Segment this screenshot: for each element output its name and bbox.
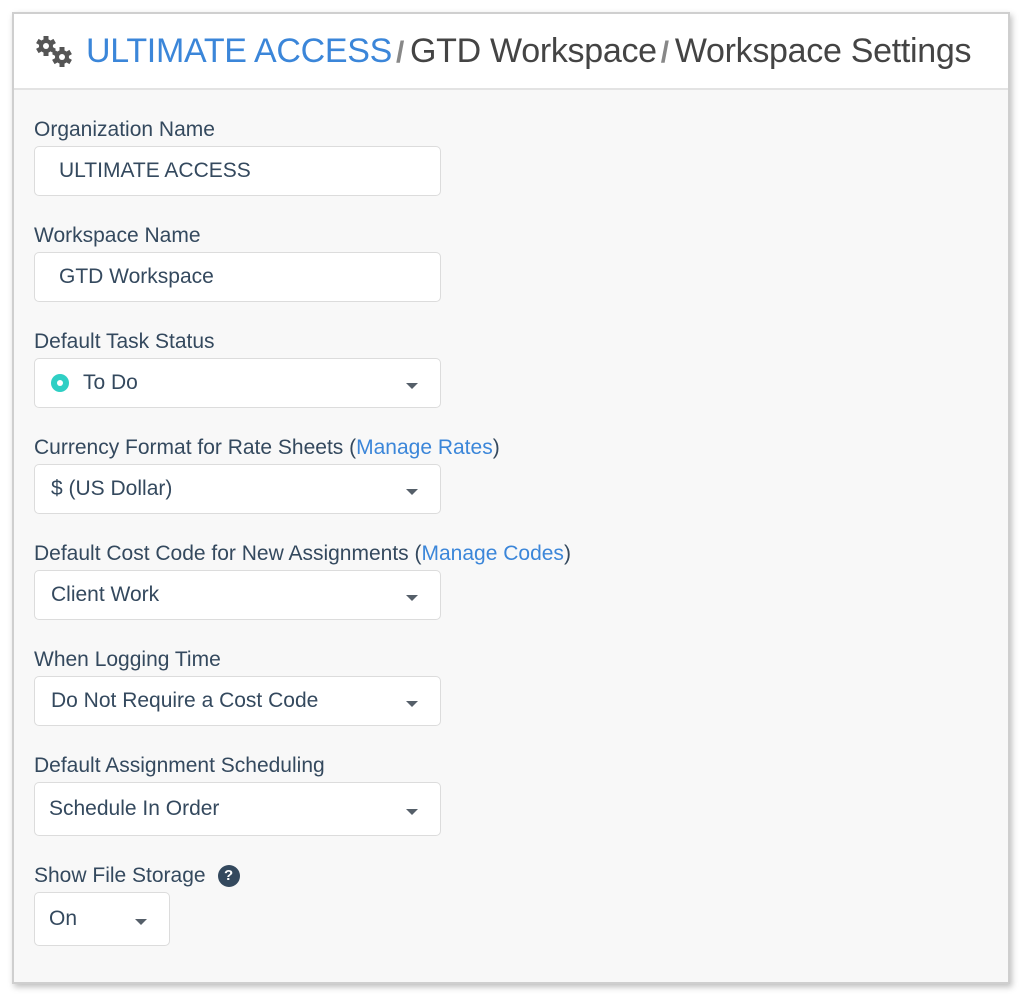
currency-format-select[interactable]: $ (US Dollar) — [34, 464, 441, 514]
workspace-name-value: GTD Workspace — [59, 265, 214, 288]
organization-name-input[interactable]: ULTIMATE ACCESS — [34, 146, 441, 196]
assignment-scheduling-field: Default Assignment Scheduling Schedule I… — [34, 750, 571, 836]
breadcrumb: ULTIMATE ACCESS / GTD Workspace / Workspace … — [86, 32, 971, 71]
assignment-scheduling-select[interactable]: Schedule In Order — [34, 782, 441, 836]
assignment-scheduling-label: Default Assignment Scheduling — [34, 754, 325, 777]
default-cost-code-value: Client Work — [51, 583, 160, 606]
page-title: Workspace Settings — [674, 31, 972, 70]
logging-time-label: When Logging Time — [34, 648, 221, 671]
chevron-down-icon — [406, 701, 418, 707]
manage-codes-link[interactable]: Manage Codes — [422, 542, 564, 565]
label-close-paren: ) — [492, 436, 500, 459]
file-storage-label: Show File Storage? — [34, 860, 571, 892]
default-task-status-label: Default Task Status — [34, 330, 215, 353]
chevron-down-icon — [406, 809, 418, 815]
logging-time-select[interactable]: Do Not Require a Cost Code — [34, 676, 441, 726]
currency-format-field: Currency Format for Rate Sheets (Manage … — [34, 432, 571, 514]
organization-name-label: Organization Name — [34, 118, 215, 141]
chevron-down-icon — [135, 919, 147, 925]
status-circle-icon — [51, 374, 69, 392]
default-cost-code-label: Default Cost Code for New Assignments (M… — [34, 538, 571, 570]
chevron-down-icon — [406, 595, 418, 601]
page-header: ULTIMATE ACCESS / GTD Workspace / Workspace … — [14, 14, 1008, 90]
default-task-status-field: Default Task Status To Do — [34, 326, 571, 408]
file-storage-field: Show File Storage? On — [34, 860, 571, 946]
organization-name-value: ULTIMATE ACCESS — [59, 159, 251, 182]
organization-name-field: Organization Name ULTIMATE ACCESS — [34, 114, 571, 196]
breadcrumb-organization-link[interactable]: ULTIMATE ACCESS — [86, 32, 392, 70]
currency-format-label: Currency Format for Rate Sheets (Manage … — [34, 432, 571, 464]
chevron-down-icon — [406, 383, 418, 389]
default-cost-code-select[interactable]: Client Work — [34, 570, 441, 620]
currency-format-value: $ (US Dollar) — [51, 477, 173, 500]
default-cost-code-field: Default Cost Code for New Assignments (M… — [34, 538, 571, 620]
workspace-name-field: Workspace Name GTD Workspace — [34, 220, 571, 302]
currency-format-label-text: Currency Format for Rate Sheets ( — [34, 436, 357, 459]
label-close-paren: ) — [563, 542, 571, 565]
help-icon[interactable]: ? — [217, 865, 240, 887]
file-storage-select[interactable]: On — [34, 892, 170, 946]
logging-time-value: Do Not Require a Cost Code — [51, 689, 319, 712]
workspace-name-input[interactable]: GTD Workspace — [34, 252, 441, 302]
breadcrumb-separator: / — [395, 35, 405, 69]
breadcrumb-workspace: GTD Workspace — [410, 31, 657, 70]
default-cost-code-label-text: Default Cost Code for New Assignments ( — [34, 542, 422, 565]
gears-icon — [34, 34, 76, 68]
chevron-down-icon — [406, 489, 418, 495]
assignment-scheduling-value: Schedule In Order — [49, 797, 220, 820]
workspace-name-label: Workspace Name — [34, 224, 201, 247]
default-task-status-select[interactable]: To Do — [34, 358, 441, 408]
default-task-status-value: To Do — [83, 371, 138, 394]
file-storage-value: On — [49, 907, 78, 930]
logging-time-field: When Logging Time Do Not Require a Cost … — [34, 644, 571, 726]
breadcrumb-separator: / — [660, 35, 669, 69]
file-storage-label-text: Show File Storage — [34, 864, 206, 887]
workspace-settings-panel: ULTIMATE ACCESS / GTD Workspace / Workspace … — [12, 12, 1010, 984]
settings-form: Organization Name ULTIMATE ACCESS Worksp… — [34, 114, 571, 970]
manage-rates-link[interactable]: Manage Rates — [356, 436, 493, 459]
